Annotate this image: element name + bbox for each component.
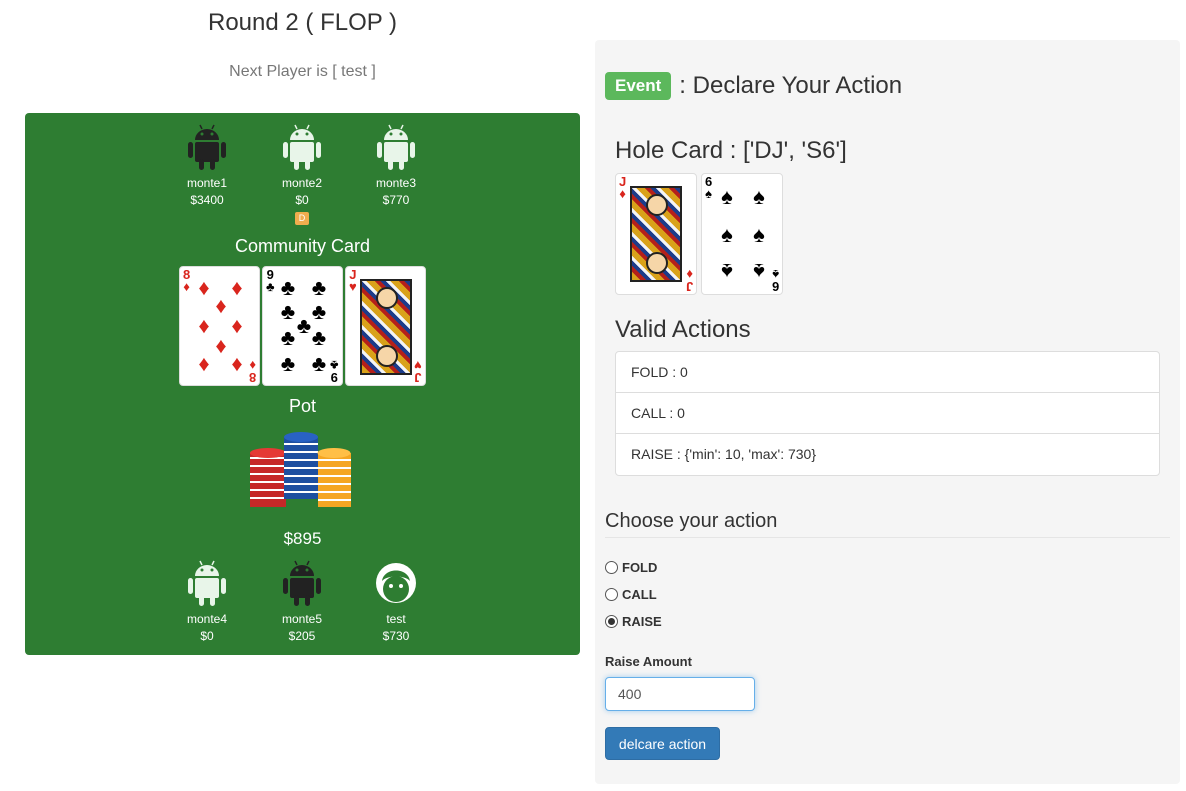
declare-action-button[interactable]: delcare action — [605, 727, 720, 760]
card-suit: ♦ — [183, 279, 190, 294]
seat-monte5: monte5 $205 — [257, 559, 347, 645]
option-call[interactable]: CALL — [605, 587, 657, 602]
spade-icon: ♠ — [721, 184, 733, 209]
seat-monte1: monte1 $3400 — [162, 123, 252, 209]
player-stack: $730 — [382, 629, 410, 643]
player-name: monte2 — [281, 176, 323, 190]
android-icon — [188, 124, 226, 170]
android-icon — [283, 560, 321, 606]
club-icon: ♣ — [280, 325, 296, 350]
card-suit: ♦ — [249, 358, 256, 373]
jack-face-art — [630, 186, 682, 282]
player-stack: $205 — [288, 629, 316, 643]
player-name: monte1 — [186, 176, 228, 190]
hole-card: 6 ♠ 6 ♠ ♠ ♠ ♠ ♠ ♠ ♠ — [701, 173, 783, 295]
spade-icon: ♠ — [753, 184, 765, 209]
user-face-icon — [376, 563, 416, 603]
card-suit: ♥ — [414, 358, 422, 373]
card-suit: ♣ — [266, 279, 275, 294]
raise-radio[interactable] — [605, 615, 618, 628]
android-icon — [377, 124, 415, 170]
raise-amount-label: Raise Amount — [605, 654, 692, 669]
hole-card-title: Hole Card : ['DJ', 'S6'] — [615, 137, 847, 164]
blue-chip-stack — [284, 432, 318, 499]
next-player-text: Next Player is [ test ] — [229, 63, 376, 80]
diamond-icon: ♦ — [215, 293, 227, 318]
spade-icon: ♠ — [721, 222, 733, 247]
card-suit: ♥ — [349, 279, 357, 294]
call-radio[interactable] — [605, 588, 618, 601]
club-icon: ♣ — [311, 325, 327, 350]
spade-icon: ♠ — [753, 259, 765, 284]
call-label[interactable]: CALL — [622, 587, 657, 602]
action-panel: Event : Declare Your Action Hole Card : … — [595, 40, 1180, 784]
option-fold[interactable]: FOLD — [605, 560, 657, 575]
hole-cards: J ♦ J ♦ 6 ♠ 6 ♠ ♠ ♠ ♠ ♠ ♠ ♠ — [615, 173, 785, 295]
diamond-icon: ♦ — [231, 313, 243, 338]
diamond-icon: ♦ — [198, 313, 210, 338]
seat-test: test $730 — [351, 559, 441, 645]
diamond-icon: ♦ — [198, 351, 210, 376]
valid-actions-title: Valid Actions — [615, 316, 751, 343]
community-cards: 8 ♦ 8 ♦ ♦ ♦ ♦ ♦ ♦ ♦ ♦ ♦ 9 ♣ 9 ♣ ♣ ♣ ♣ ♣ ♣ ♣ … — [179, 266, 427, 386]
choose-action-title: Choose your action — [605, 510, 1170, 538]
valid-action-fold: FOLD : 0 — [616, 352, 1159, 393]
raise-label-option[interactable]: RAISE — [622, 614, 662, 629]
player-stack: $770 — [382, 193, 410, 207]
fold-label[interactable]: FOLD — [622, 560, 657, 575]
valid-action-call: CALL : 0 — [616, 393, 1159, 434]
card-suit: ♠ — [771, 267, 779, 282]
event-header: Event : Declare Your Action — [605, 72, 902, 100]
event-text: : Declare Your Action — [679, 72, 903, 99]
jack-face-art — [360, 279, 412, 375]
player-stack: $0 — [295, 193, 309, 207]
club-icon: ♣ — [280, 351, 296, 376]
seat-monte2: monte2 $0 D — [257, 123, 347, 226]
round-title: Round 2 ( FLOP ) — [208, 9, 397, 36]
player-stack: $3400 — [190, 193, 224, 207]
player-stack: $0 — [200, 629, 214, 643]
player-name: monte3 — [375, 176, 417, 190]
valid-action-raise: RAISE : {'min': 10, 'max': 730} — [631, 446, 817, 462]
pot-amount: $895 — [283, 529, 322, 548]
community-card: 9 ♣ 9 ♣ ♣ ♣ ♣ ♣ ♣ ♣ ♣ ♣ ♣ — [262, 266, 343, 386]
player-name: monte5 — [281, 612, 323, 626]
player-name: test — [386, 612, 406, 626]
club-icon: ♣ — [311, 275, 327, 300]
android-icon — [188, 560, 226, 606]
poker-chips-icon — [250, 432, 351, 507]
event-badge: Event — [605, 72, 672, 100]
dealer-badge: D — [294, 212, 310, 225]
red-chip-stack — [250, 448, 286, 507]
valid-actions-list: FOLD : 0 CALL : 0 RAISE : {'min': 10, 'm… — [615, 351, 1160, 476]
fold-radio[interactable] — [605, 561, 618, 574]
community-card: J ♥ J ♥ — [345, 266, 426, 386]
club-icon: ♣ — [311, 351, 327, 376]
raise-amount-input[interactable] — [605, 677, 755, 711]
card-suit: ♦ — [686, 267, 693, 282]
seat-monte4: monte4 $0 — [162, 559, 252, 645]
poker-table: monte1 $3400 monte2 $0 D monte3 $770 Com… — [25, 113, 580, 655]
seat-monte3: monte3 $770 — [351, 123, 441, 209]
card-suit: ♣ — [330, 358, 339, 373]
card-suit: ♠ — [705, 186, 713, 201]
club-icon: ♣ — [280, 275, 296, 300]
diamond-icon: ♦ — [231, 351, 243, 376]
spade-icon: ♠ — [753, 222, 765, 247]
spade-icon: ♠ — [721, 259, 733, 284]
community-card-title: Community Card — [234, 236, 371, 256]
android-icon — [283, 124, 321, 170]
community-card: 8 ♦ 8 ♦ ♦ ♦ ♦ ♦ ♦ ♦ ♦ ♦ — [179, 266, 260, 386]
hole-card: J ♦ J ♦ — [615, 173, 697, 295]
option-raise[interactable]: RAISE — [605, 614, 662, 629]
pot-title: Pot — [288, 396, 317, 416]
card-suit: ♦ — [619, 186, 626, 201]
player-name: monte4 — [186, 612, 228, 626]
orange-chip-stack — [317, 448, 351, 507]
